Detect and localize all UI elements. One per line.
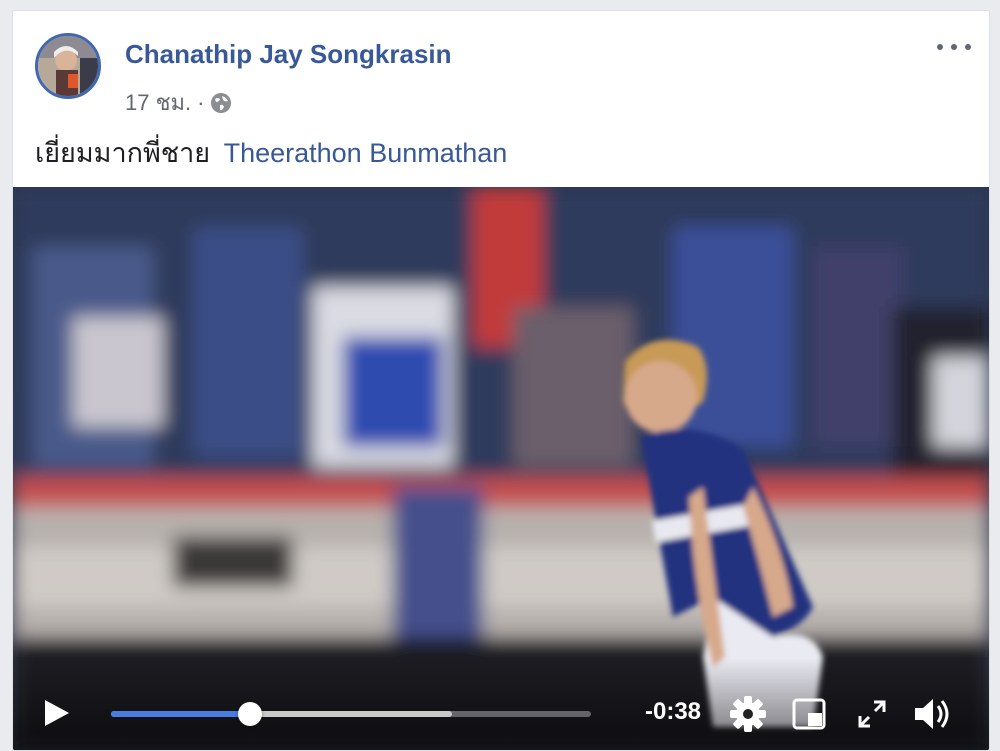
more-dot — [937, 44, 943, 50]
more-options-button[interactable] — [937, 35, 971, 59]
volume-icon[interactable] — [913, 696, 953, 732]
more-dot — [965, 44, 971, 50]
video-player[interactable]: -0:38 — [13, 187, 989, 750]
play-icon[interactable] — [43, 698, 71, 728]
post-text: เยี่ยมมากพี่ชาย Theerathon Bunmathan — [35, 131, 507, 174]
more-dot — [951, 44, 957, 50]
globe-icon[interactable] — [210, 92, 232, 114]
video-controls: -0:38 — [13, 658, 989, 750]
mention-link[interactable]: Theerathon Bunmathan — [224, 138, 508, 168]
author-avatar[interactable] — [35, 33, 101, 99]
progress-scrubber-handle[interactable] — [238, 702, 263, 726]
video-progress-bar[interactable] — [111, 702, 591, 726]
remaining-time: -0:38 — [645, 698, 702, 725]
author-name[interactable]: Chanathip Jay Songkrasin — [125, 39, 452, 70]
gear-icon[interactable] — [729, 695, 767, 733]
post-timestamp[interactable]: 17 ชม. — [125, 85, 191, 120]
post-message: เยี่ยมมากพี่ชาย — [35, 138, 211, 168]
meta-separator: · — [197, 89, 205, 115]
fullscreen-icon[interactable] — [856, 698, 888, 730]
post-card: Chanathip Jay Songkrasin 17 ชม. · เยี่ยม… — [12, 10, 990, 751]
picture-in-picture-icon[interactable] — [792, 698, 826, 730]
played-indicator — [111, 711, 251, 717]
post-meta: 17 ชม. · — [125, 85, 232, 120]
